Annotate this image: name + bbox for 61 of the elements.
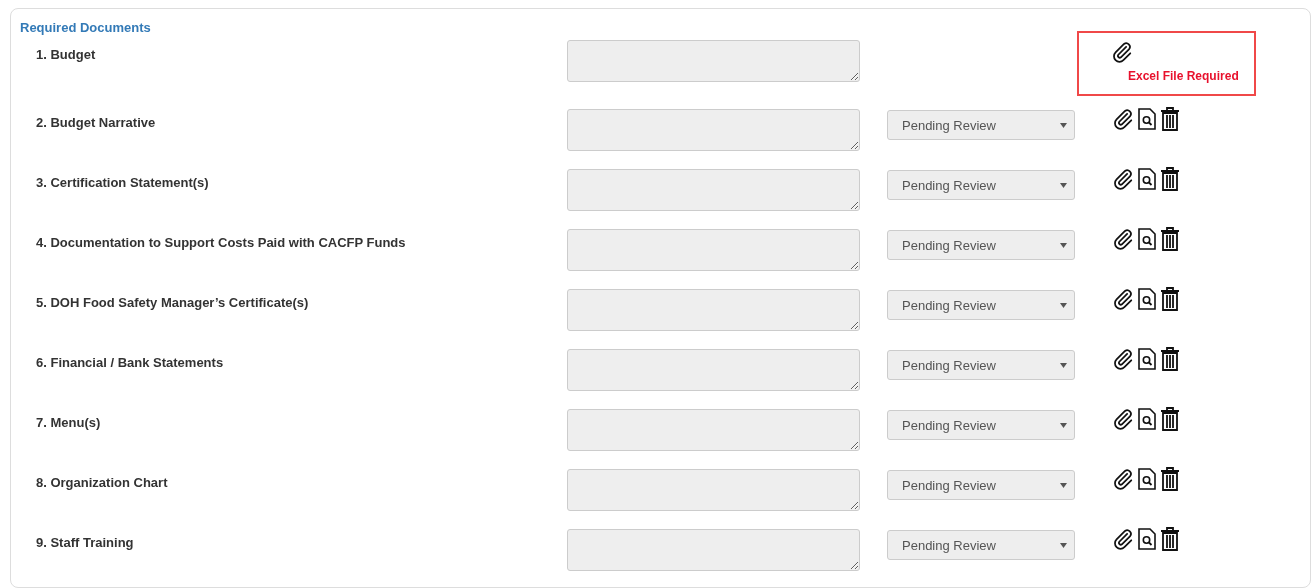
caret-icon [1060, 362, 1067, 368]
paperclip-icon[interactable] [1112, 468, 1134, 490]
document-search-icon[interactable] [1138, 168, 1156, 190]
paperclip-icon[interactable] [1112, 348, 1134, 370]
document-label: 9. Staff Training [36, 535, 135, 550]
status-select[interactable]: Pending Review [887, 290, 1075, 320]
comment-field[interactable] [567, 289, 860, 331]
comment-field[interactable] [567, 409, 860, 451]
comment-field[interactable] [567, 529, 860, 571]
document-label: 8. Organization Chart [36, 475, 169, 490]
paperclip-icon[interactable] [1112, 288, 1134, 310]
paperclip-icon[interactable] [1111, 41, 1133, 63]
trash-icon[interactable] [1160, 467, 1180, 491]
document-label: 7. Menu(s) [36, 415, 102, 430]
caret-icon [1060, 302, 1067, 308]
trash-icon[interactable] [1160, 227, 1180, 251]
status-select[interactable]: Pending Review [887, 470, 1075, 500]
trash-icon[interactable] [1160, 407, 1180, 431]
caret-icon [1060, 122, 1067, 128]
document-search-icon[interactable] [1138, 108, 1156, 130]
status-select[interactable]: Pending Review [887, 230, 1075, 260]
status-select[interactable]: Pending Review [887, 170, 1075, 200]
document-label: 6. Financial / Bank Statements [36, 355, 225, 370]
error-message: Excel File Required [1128, 69, 1239, 83]
caret-icon [1060, 422, 1067, 428]
document-label: 5. DOH Food Safety Manager’s Certificate(s) [36, 295, 310, 310]
comment-field[interactable] [567, 40, 860, 82]
paperclip-icon[interactable] [1112, 108, 1134, 130]
panel-title: Required Documents [20, 20, 152, 36]
document-label: 1. Budget [36, 47, 97, 62]
status-select[interactable]: Pending Review [887, 350, 1075, 380]
paperclip-icon[interactable] [1112, 408, 1134, 430]
trash-icon[interactable] [1160, 287, 1180, 311]
document-search-icon[interactable] [1138, 348, 1156, 370]
caret-icon [1060, 182, 1067, 188]
caret-icon [1060, 542, 1067, 548]
document-search-icon[interactable] [1138, 408, 1156, 430]
status-select[interactable]: Pending Review [887, 530, 1075, 560]
paperclip-icon[interactable] [1112, 528, 1134, 550]
document-search-icon[interactable] [1138, 288, 1156, 310]
document-label: 4. Documentation to Support Costs Paid with CACFP Funds [36, 235, 407, 250]
document-search-icon[interactable] [1138, 528, 1156, 550]
trash-icon[interactable] [1160, 107, 1180, 131]
trash-icon[interactable] [1160, 167, 1180, 191]
trash-icon[interactable] [1160, 527, 1180, 551]
trash-icon[interactable] [1160, 347, 1180, 371]
status-select[interactable]: Pending Review [887, 110, 1075, 140]
paperclip-icon[interactable] [1112, 228, 1134, 250]
caret-icon [1060, 482, 1067, 488]
document-label: 3. Certification Statement(s) [36, 175, 210, 190]
document-search-icon[interactable] [1138, 228, 1156, 250]
comment-field[interactable] [567, 169, 860, 211]
document-label: 2. Budget Narrative [36, 115, 157, 130]
caret-icon [1060, 242, 1067, 248]
comment-field[interactable] [567, 469, 860, 511]
status-select[interactable]: Pending Review [887, 410, 1075, 440]
paperclip-icon[interactable] [1112, 168, 1134, 190]
document-search-icon[interactable] [1138, 468, 1156, 490]
comment-field[interactable] [567, 349, 860, 391]
comment-field[interactable] [567, 229, 860, 271]
comment-field[interactable] [567, 109, 860, 151]
